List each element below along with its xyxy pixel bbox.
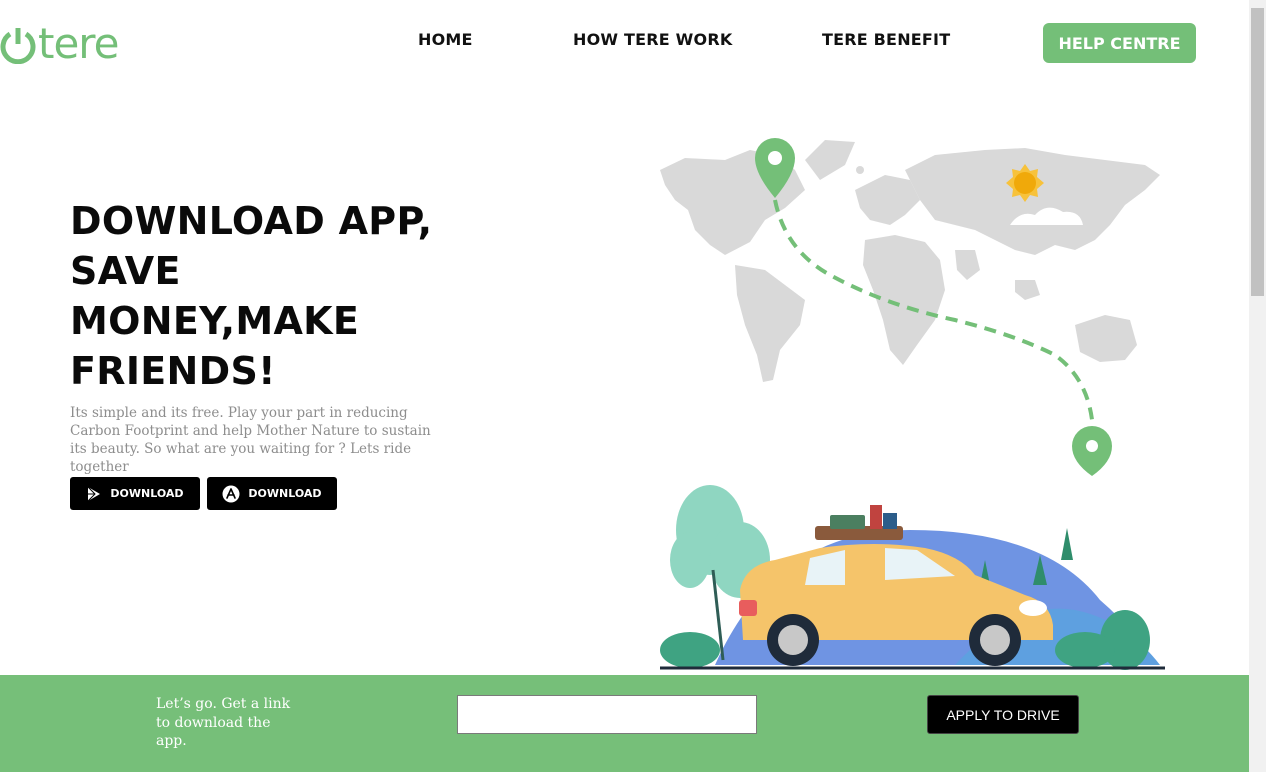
app-store-download-label: DOWNLOAD [248,487,322,500]
app-store-download-button[interactable]: DOWNLOAD [207,477,337,510]
power-icon [0,28,36,64]
travel-illustration [660,138,1165,670]
download-link-bar: Let’s go. Get a link to download the app… [0,675,1249,772]
hero-title-line: DOWNLOAD APP, [70,199,433,243]
hero-title-line: MONEY,MAKE [70,299,360,343]
hero-subtitle: Its simple and its free. Play your part … [70,405,431,475]
play-store-download-label: DOWNLOAD [110,487,184,500]
hero-title-line: FRIENDS! [70,349,276,393]
logo[interactable]: tere [0,22,119,66]
nav-tere-benefit[interactable]: TERE BENEFIT [822,30,950,49]
apply-to-drive-button[interactable]: APPLY TO DRIVE [927,695,1079,734]
hero-title: DOWNLOAD APP, SAVE MONEY,MAKE FRIENDS! [70,196,433,396]
page-scrollbar[interactable] [1249,0,1266,772]
play-store-icon [88,486,101,501]
download-link-input[interactable] [457,695,757,734]
nav-home[interactable]: HOME [418,30,473,49]
app-store-icon [222,485,240,502]
world-map [660,140,1160,382]
logo-text: tere [38,19,119,68]
play-store-download-button[interactable]: DOWNLOAD [70,477,200,510]
cta-text: Let’s go. Get a link to download the app… [156,696,291,749]
help-centre-button[interactable]: HELP CENTRE [1043,23,1196,63]
scrollbar-thumb[interactable] [1251,8,1264,296]
hero-title-line: SAVE [70,249,181,293]
nav-how-tere-work[interactable]: HOW TERE WORK [573,30,732,49]
location-pin-icon [1072,426,1112,476]
